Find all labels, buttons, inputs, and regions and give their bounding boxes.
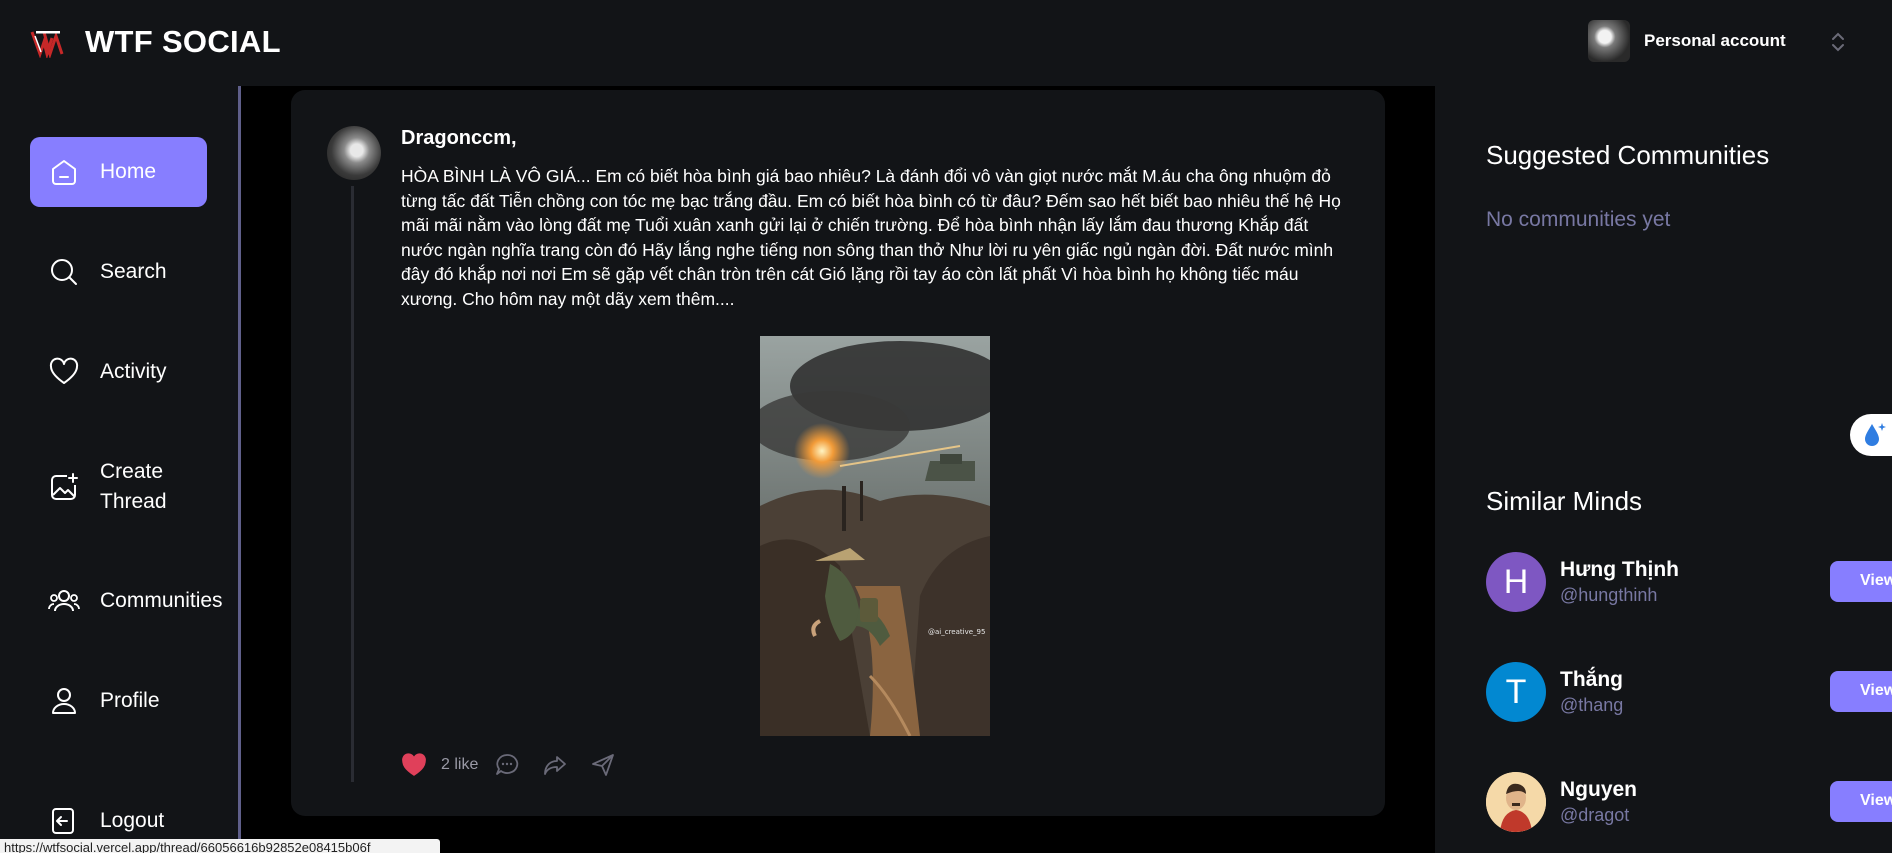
post-image[interactable]: @ai_creative_95 [760, 336, 990, 736]
sidebar-item-profile[interactable]: Profile [30, 666, 207, 736]
heart-icon [49, 357, 79, 384]
sidebar-item-home[interactable]: Home [30, 137, 207, 207]
like-count[interactable]: 2 like [441, 756, 478, 774]
sidebar-item-activity[interactable]: Activity [30, 337, 207, 407]
sidebar-item-label: Profile [100, 689, 160, 712]
logout-icon [52, 808, 74, 834]
user-name: Thắng [1560, 668, 1623, 691]
user-icon [52, 688, 76, 714]
user-avatar[interactable] [1486, 772, 1546, 832]
share-icon[interactable] [590, 752, 616, 778]
user-name: Nguyen [1560, 778, 1638, 801]
post-author-name[interactable]: Dragonccm, [401, 127, 517, 150]
communities-empty-note: No communities yet [1486, 208, 1671, 231]
user-handle: @dragot [1560, 805, 1630, 825]
suggested-user-row: H Hưng Thịnh @hungthinh View [1486, 552, 1892, 614]
chevron-updown-icon[interactable] [1828, 28, 1848, 56]
user-avatar[interactable]: H [1486, 552, 1546, 612]
sidebar-item-label: Create Thread [100, 460, 167, 513]
sidebar-item-search[interactable]: Search [30, 237, 207, 307]
thread-line [351, 186, 354, 782]
account-avatar[interactable] [1588, 20, 1630, 62]
sidebar-item-label: Communities [100, 589, 223, 612]
sidebar-item-label: Home [100, 160, 157, 183]
view-user-button[interactable]: View [1830, 671, 1892, 712]
sidebar-item-label: Search [100, 260, 167, 283]
sidebar-item-create-thread[interactable]: Create Thread [30, 452, 207, 522]
suggested-user-row: T Thắng @thang View [1486, 662, 1892, 724]
portrait-image [1486, 772, 1546, 832]
post-author-avatar[interactable] [327, 126, 381, 180]
water-drop-icon [1865, 423, 1886, 446]
post-actions: 2 like [401, 752, 616, 778]
sidebar-item-label: Logout [100, 809, 165, 832]
floating-extension-button[interactable] [1850, 414, 1892, 456]
user-handle: @thang [1560, 695, 1624, 715]
post-image-artwork: @ai_creative_95 [760, 336, 990, 736]
similar-minds-title: Similar Minds [1486, 486, 1643, 516]
app-title[interactable]: WTF SOCIAL [85, 24, 281, 60]
view-user-button[interactable]: View [1830, 561, 1892, 602]
sidebar-item-communities[interactable]: Communities [30, 566, 223, 636]
reply-icon[interactable] [494, 752, 520, 778]
logo-icon[interactable] [30, 28, 64, 58]
user-handle: @hungthinh [1560, 585, 1658, 605]
home-icon [52, 160, 76, 185]
users-icon [48, 590, 80, 612]
suggested-communities-title: Suggested Communities [1486, 140, 1770, 170]
browser-status-bar-url: https://wtfsocial.vercel.app/thread/6605… [0, 839, 440, 853]
view-user-button[interactable]: View [1830, 781, 1892, 822]
image-plus-icon [51, 473, 78, 500]
repost-icon[interactable] [542, 752, 568, 778]
post-text: HÒA BÌNH LÀ VÔ GIÁ... Em có biết hòa bìn… [401, 166, 1341, 309]
sidebar-item-label: Activity [100, 360, 167, 383]
suggested-user-row: Nguyen @dragot View [1486, 772, 1892, 834]
search-icon [51, 259, 77, 285]
user-avatar[interactable]: T [1486, 662, 1546, 722]
like-heart-icon[interactable] [401, 752, 427, 778]
right-sidebar [1435, 86, 1892, 853]
account-switcher-label[interactable]: Personal account [1644, 31, 1786, 51]
image-watermark: @ai_creative_95 [928, 628, 985, 636]
user-name: Hưng Thịnh [1560, 558, 1680, 581]
